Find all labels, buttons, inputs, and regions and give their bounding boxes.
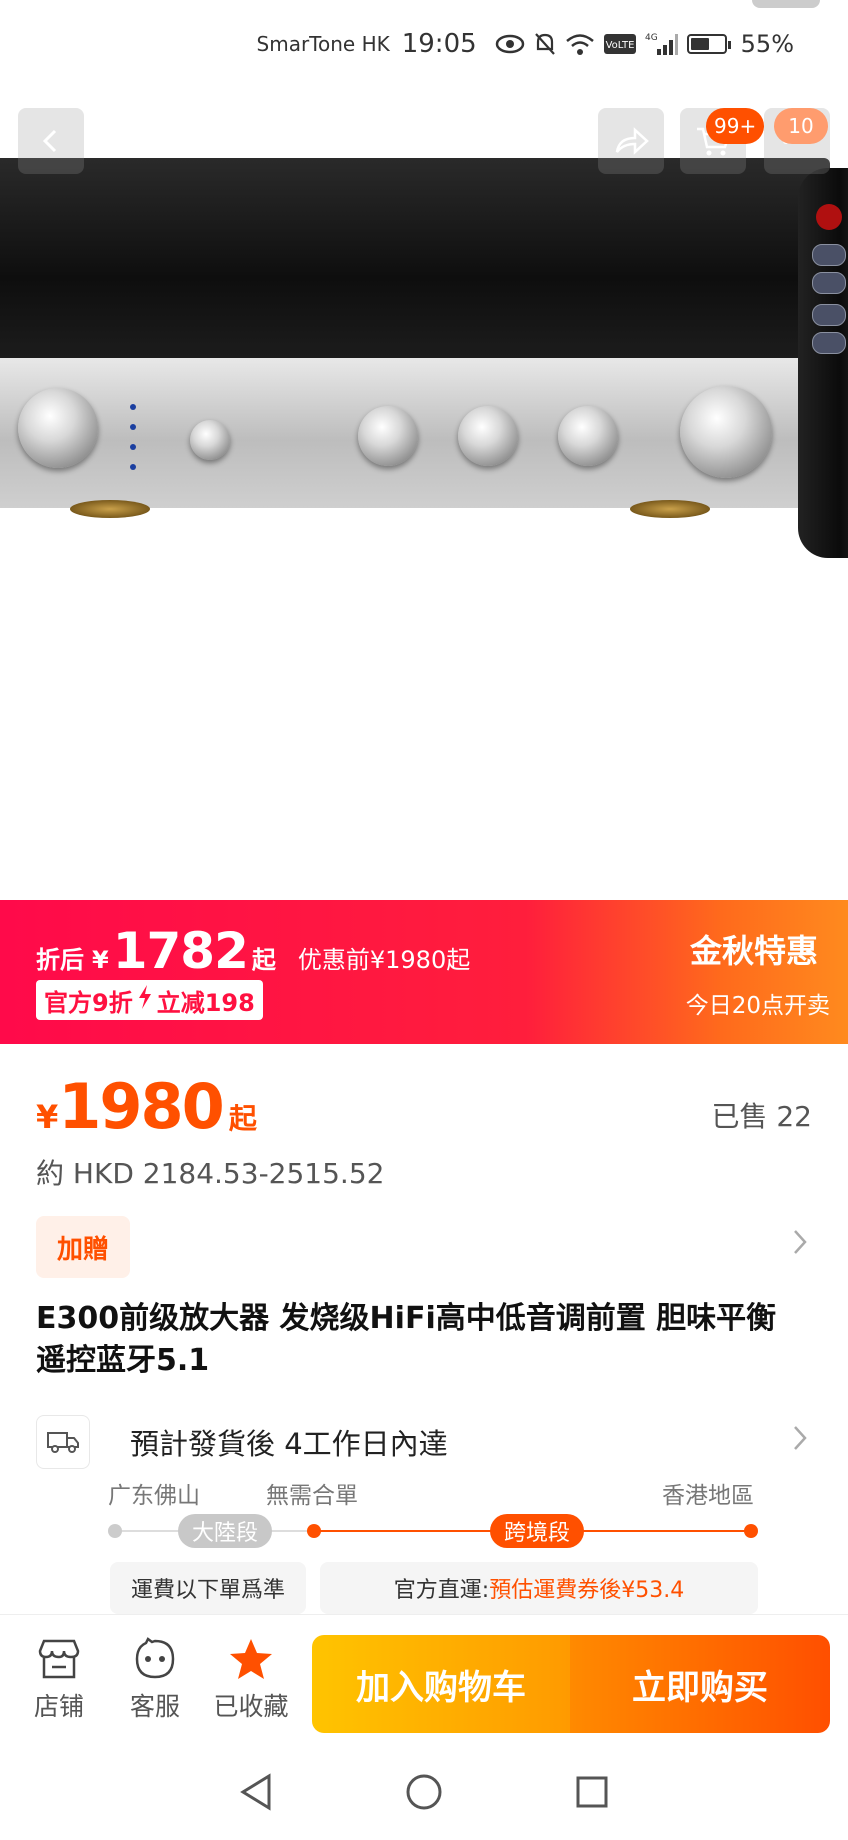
clock: 19:05	[401, 29, 477, 59]
battery-percent: 55%	[740, 30, 794, 58]
before-discount-price: 优惠前¥1980起	[297, 946, 471, 974]
price-value: 1980	[58, 1070, 225, 1143]
treble-knob	[358, 406, 418, 466]
share-icon	[615, 127, 649, 155]
route-labels: 广东佛山 無需合單 香港地區	[0, 1476, 848, 1512]
add-to-cart-button[interactable]: 加入购物车	[312, 1635, 570, 1733]
remote-button	[812, 304, 846, 326]
shop-icon	[38, 1639, 80, 1679]
svg-text:4G: 4G	[645, 33, 658, 43]
purchase-buttons: 加入购物车 立即购买	[312, 1635, 830, 1733]
led	[130, 424, 136, 430]
led	[130, 464, 136, 470]
share-button[interactable]	[598, 108, 664, 174]
route-destination: 香港地區	[662, 1483, 754, 1509]
promo-banner[interactable]: 折后 ¥ 1782 起 优惠前¥1980起 官方9折 立减198 金秋特惠 今日…	[0, 900, 848, 1044]
product-image[interactable]	[0, 88, 848, 900]
mediant-knob	[458, 406, 518, 466]
promo-price-suffix: 起	[251, 946, 276, 974]
promo-price: 1782	[112, 922, 249, 980]
power-button	[190, 420, 230, 460]
gift-chip[interactable]: 加贈	[36, 1216, 130, 1278]
event-time: 今日20点开卖	[685, 993, 830, 1019]
sold-count: 已售 22	[711, 1100, 812, 1133]
signal-icon: 4G	[645, 29, 679, 59]
amp-foot	[70, 500, 150, 518]
route-dot	[744, 1524, 758, 1538]
led	[130, 444, 136, 450]
led	[130, 404, 136, 410]
nav-back-icon[interactable]	[232, 1768, 280, 1816]
amp-foot	[630, 500, 710, 518]
back-icon	[42, 129, 57, 153]
volte-icon: VoLTE	[603, 29, 637, 59]
route-dot	[307, 1524, 321, 1538]
wifi-icon	[565, 29, 595, 59]
remote-power	[816, 204, 842, 230]
nav-recents-icon[interactable]	[568, 1768, 616, 1816]
product-title: E300前级放大器 发烧级HiFi高中低音调前置 胆味平衡 遥控蓝牙5.1	[36, 1301, 777, 1378]
mute-bell-icon	[533, 29, 557, 59]
route-dot	[108, 1524, 122, 1538]
service-icon	[135, 1637, 175, 1679]
segment-mainland-chip: 大陸段	[178, 1514, 273, 1548]
eye-icon	[495, 29, 525, 59]
direct-shipping-fee: 官方直運: 預估運費券後¥53.4	[320, 1562, 758, 1614]
chevron-right-icon[interactable]	[792, 1228, 808, 1264]
discount-tag: 官方9折 立减198	[36, 980, 263, 1020]
volume-knob	[680, 386, 772, 478]
price-row: ¥ 1980 起	[36, 1070, 257, 1143]
chevron-right-icon[interactable]	[792, 1424, 808, 1460]
bottom-action-bar: 店铺 客服 已收藏 加入购物车 立即购买	[0, 1614, 848, 1744]
delivery-eta: 預計發貨後 4工作日內達	[130, 1427, 448, 1461]
select-knob	[18, 388, 98, 468]
amp-top-panel	[0, 158, 830, 358]
product-detail-page: SmarTone HK 19:05 VoLTE 4G 55% 99+ 10 折后…	[0, 0, 848, 1840]
fee-note: 運費以下單爲準	[110, 1562, 306, 1614]
service-button[interactable]: 客服	[110, 1637, 200, 1723]
remote-button	[812, 244, 846, 266]
shop-label: 店铺	[33, 1692, 84, 1721]
shipping-row[interactable]: 預計發貨後 4工作日內達	[36, 1414, 812, 1470]
hkd-price-range: 約 HKD 2184.53-2515.52	[36, 1157, 385, 1190]
status-bar: SmarTone HK 19:05 VoLTE 4G 55%	[0, 0, 848, 88]
route-origin: 广东佛山	[108, 1483, 200, 1509]
remote-button	[812, 272, 846, 294]
back-button[interactable]	[18, 108, 84, 174]
segment-cross-chip: 跨境段	[490, 1514, 585, 1548]
price-suffix: 起	[228, 1102, 257, 1135]
favorite-label: 已收藏	[213, 1692, 289, 1721]
message-count-badge: 10	[774, 108, 828, 144]
star-icon	[230, 1639, 272, 1679]
buy-now-button[interactable]: 立即购买	[570, 1635, 830, 1733]
truck-icon	[36, 1415, 90, 1469]
carrier-label: SmarTone HK	[256, 32, 390, 56]
amplifier-illustration	[0, 158, 830, 598]
direct-shipping-label: 官方直運:	[393, 1578, 490, 1603]
battery-icon	[686, 34, 731, 54]
promo-price-row: 折后 ¥ 1782 起 优惠前¥1980起	[36, 922, 470, 980]
promo-currency: ¥	[92, 946, 109, 974]
discount-tag-right: 立减198	[156, 988, 255, 1017]
cart-count-badge: 99+	[706, 108, 765, 144]
service-label: 客服	[129, 1692, 180, 1721]
svg-text:VoLTE: VoLTE	[605, 40, 634, 51]
shop-button[interactable]: 店铺	[14, 1637, 104, 1723]
remote-control	[798, 168, 848, 558]
favorite-button[interactable]: 已收藏	[206, 1637, 296, 1723]
after-discount-label: 折后	[36, 946, 84, 974]
direct-shipping-price: 預估運費券後¥53.4	[489, 1578, 685, 1603]
route-merge: 無需合單	[266, 1483, 358, 1509]
price-currency: ¥	[36, 1098, 59, 1136]
remote-button	[812, 332, 846, 354]
nav-home-icon[interactable]	[400, 1768, 448, 1816]
discount-tag-left: 官方9折	[44, 988, 133, 1017]
bass-knob	[558, 406, 618, 466]
bolt-icon	[137, 985, 153, 1015]
event-title: 金秋特惠	[689, 932, 818, 970]
system-navigation-bar	[0, 1744, 848, 1840]
